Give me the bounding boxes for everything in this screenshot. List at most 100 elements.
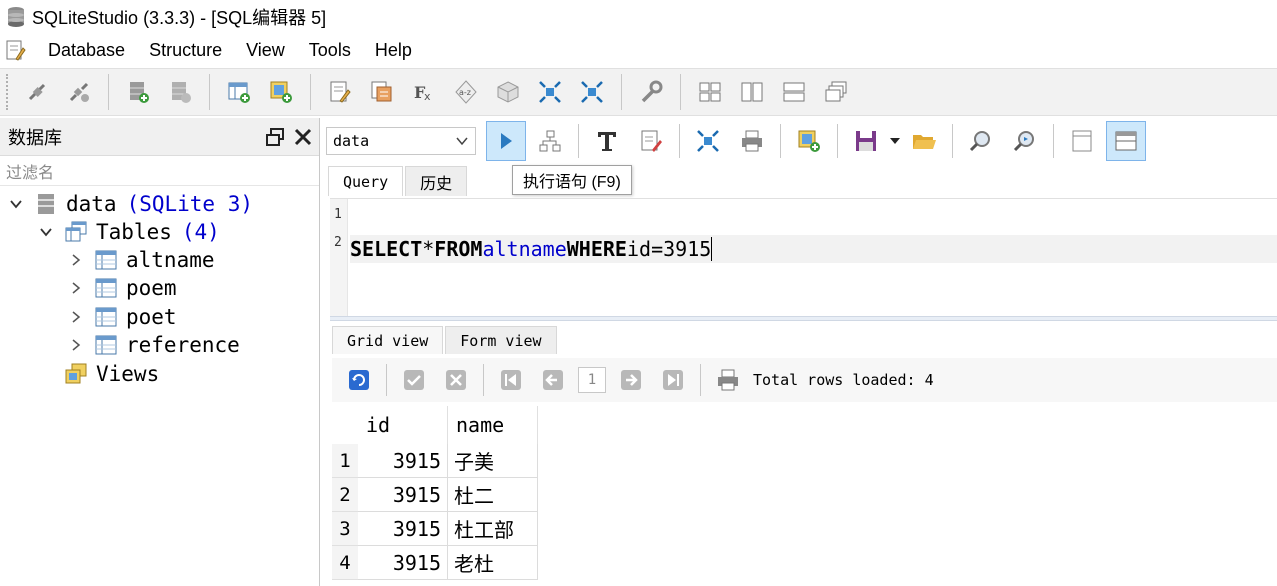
sql-keyword: FROM [434,237,483,261]
execute-query-button[interactable] [486,121,526,161]
editor-results-splitter[interactable] [330,316,1277,321]
sql-code-editor[interactable]: 1 2 SELECT * FROM altname WHERE id = 391… [330,198,1277,317]
rows-loaded-status: Total rows loaded: 4 [753,371,934,389]
next-page-button[interactable] [614,363,648,397]
menu-tools[interactable]: Tools [297,40,363,61]
menu-structure[interactable]: Structure [137,40,234,61]
save-sql-button[interactable] [846,121,886,161]
configuration-button[interactable] [634,74,668,110]
panel-layout-split-icon [1115,131,1137,151]
toolbar-separator [680,74,681,110]
menu-database[interactable]: Database [36,40,137,61]
tree-item-views[interactable]: Views [64,360,159,388]
database-name: data [66,192,117,216]
row-number[interactable]: 2 [332,478,358,512]
column-header-id[interactable]: id [358,406,448,444]
add-database-button[interactable] [121,74,155,110]
page-number-field[interactable]: 1 [578,367,606,393]
tab-grid-view[interactable]: Grid view [332,326,444,354]
cell-name[interactable]: 杜二 [448,478,538,512]
save-dropdown-arrow-icon[interactable] [888,134,902,148]
commit-button[interactable] [397,363,431,397]
create-view-button[interactable] [789,121,829,161]
cell-name[interactable]: 子美 [448,444,538,478]
table-row: 3 3915 杜工部 [332,512,538,546]
cell-id[interactable]: 3915 [358,512,448,546]
print-button[interactable] [732,121,772,161]
tree-item-table[interactable]: poet [68,303,177,331]
column-header-name[interactable]: name [448,406,538,444]
toolbar-separator [483,364,484,396]
extensions-button[interactable] [491,74,525,110]
explain-query-button[interactable] [530,121,570,161]
print-results-button[interactable] [711,363,745,397]
filter-input[interactable]: 过滤名 [0,156,319,186]
previous-page-button[interactable] [536,363,570,397]
toggle-results-split-button[interactable] [1106,121,1146,161]
close-panel-icon[interactable] [293,127,313,147]
tab-query[interactable]: Query [328,166,404,196]
sql-editor-window: data Query 历史 执行语句 (F9) 1 2 SELECT * FRO… [322,118,1277,586]
clear-history-button[interactable] [631,121,671,161]
tree-item-table[interactable]: poem [68,274,177,302]
open-sql-file-button[interactable] [904,121,944,161]
toolbar-separator [108,74,109,110]
menu-help[interactable]: Help [363,40,424,61]
row-number[interactable]: 3 [332,512,358,546]
cell-id[interactable]: 3915 [358,444,448,478]
row-number[interactable]: 4 [332,546,358,580]
chevron-down-icon[interactable] [8,196,24,212]
table-name: poem [126,276,177,300]
tab-history[interactable]: 历史 [405,166,468,196]
toolbar-separator [780,124,781,158]
connect-database-button[interactable] [20,74,54,110]
format-sql-button[interactable] [587,121,627,161]
tree-item-database[interactable]: data (SQLite 3) [8,190,253,218]
undock-panel-icon[interactable] [265,127,285,147]
cell-name[interactable]: 老杜 [448,546,538,580]
chevron-right-icon[interactable] [68,252,84,268]
toolbar-grip[interactable] [6,74,10,110]
toggle-results-below-button[interactable] [1062,121,1102,161]
refresh-results-button[interactable] [342,363,376,397]
functions-editor-button[interactable]: Fx [407,74,441,110]
find-next-button[interactable] [1005,121,1045,161]
add-view-button[interactable] [264,74,298,110]
add-table-button[interactable] [222,74,256,110]
chevron-down-icon[interactable] [38,224,54,240]
chevron-right-icon[interactable] [68,280,84,296]
rollback-button[interactable] [439,363,473,397]
tree-item-tables[interactable]: Tables (4) [38,218,220,246]
ddl-history-button[interactable] [365,74,399,110]
row-number[interactable]: 1 [332,444,358,478]
export-results-button[interactable] [688,121,728,161]
database-select[interactable]: data [326,127,476,155]
export-button[interactable] [575,74,609,110]
remove-database-button[interactable] [163,74,197,110]
tree-item-table[interactable]: reference [68,331,240,359]
tab-form-view[interactable]: Form view [445,326,557,354]
first-page-button[interactable] [494,363,528,397]
collations-editor-button[interactable]: a-z [449,74,483,110]
cell-id[interactable]: 3915 [358,478,448,512]
tile-windows-button[interactable] [693,74,727,110]
tree-item-table[interactable]: altname [68,246,215,274]
tile-vertical-button[interactable] [777,74,811,110]
cell-name[interactable]: 杜工部 [448,512,538,546]
svg-text:a-z: a-z [459,88,471,97]
collation-az-icon: a-z [455,80,477,104]
last-page-button[interactable] [656,363,690,397]
disconnect-database-button[interactable] [62,74,96,110]
function-fx-icon: Fx [414,83,431,103]
database-remove-icon [172,82,191,103]
chevron-right-icon[interactable] [68,337,84,353]
tile-horizontal-button[interactable] [735,74,769,110]
import-button[interactable] [533,74,567,110]
cascade-windows-button[interactable] [819,74,853,110]
chevron-right-icon[interactable] [68,309,84,325]
open-sql-editor-button[interactable] [323,74,357,110]
menu-view[interactable]: View [234,40,297,61]
cell-id[interactable]: 3915 [358,546,448,580]
views-label: Views [96,362,160,386]
find-button[interactable] [961,121,1001,161]
